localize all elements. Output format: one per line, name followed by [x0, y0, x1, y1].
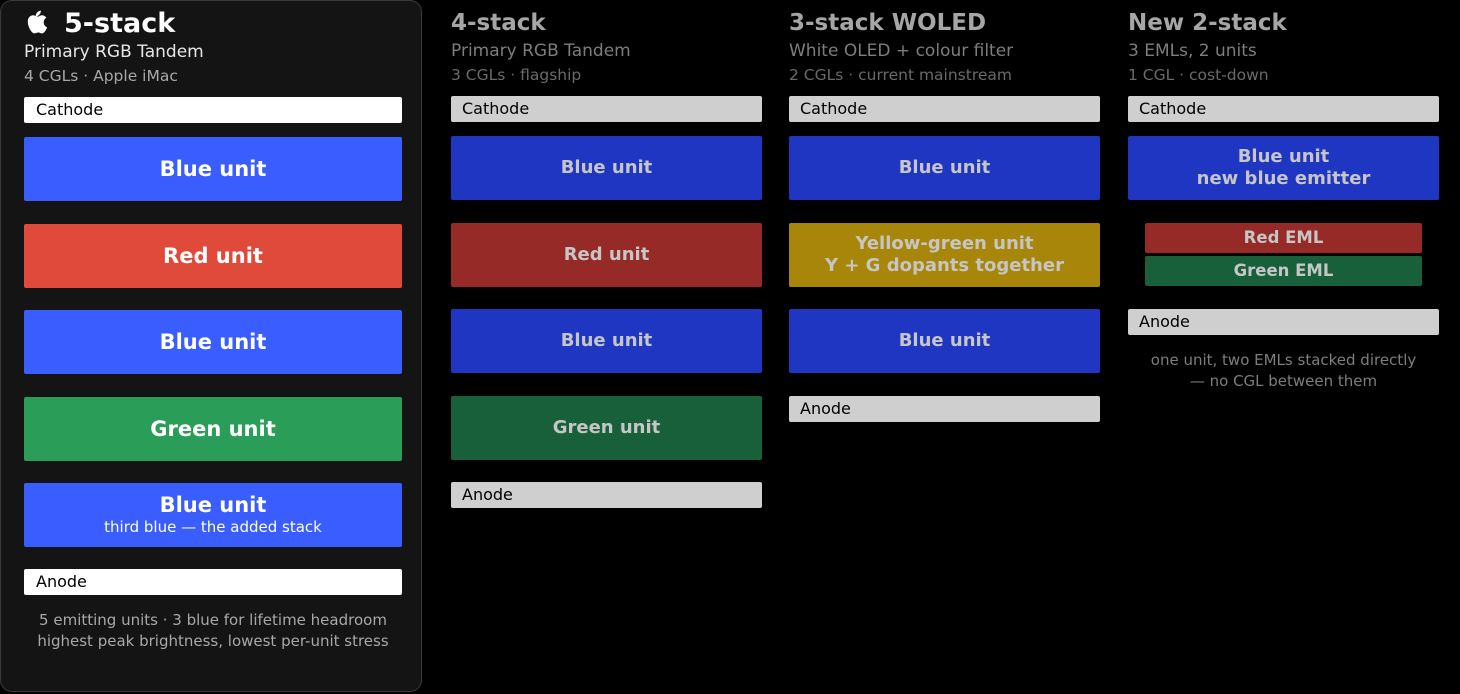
cathode-layer: Cathode — [24, 97, 402, 123]
stack-subtitle: White OLED + colour filter — [789, 41, 1014, 61]
blue-unit: Blue unit — [24, 310, 402, 374]
unit-label: Blue unit — [1237, 146, 1330, 167]
unit-label-line2: new blue emitter — [1196, 168, 1371, 189]
blue-unit: Blue unit — [451, 136, 762, 200]
red-unit: Red unit — [451, 223, 762, 287]
stack-caption: one unit, two EMLs stacked directly — no… — [1128, 350, 1439, 392]
unit-label: Red unit — [163, 244, 263, 268]
yellow-green-unit: Yellow-green unit Y + G dopants together — [789, 223, 1100, 287]
stack-detail: 3 CGLs · flagship — [451, 66, 582, 84]
stack-title: 4-stack — [451, 10, 546, 36]
blue-unit: Blue unit — [24, 137, 402, 201]
stack-subtitle: Primary RGB Tandem — [451, 41, 631, 61]
unit-label: Blue unit — [560, 157, 653, 178]
green-unit: Green unit — [24, 397, 402, 461]
stack-title: New 2-stack — [1128, 10, 1287, 36]
blue-unit: Blue unit — [789, 136, 1100, 200]
green-unit: Green unit — [451, 396, 762, 460]
stack-detail: 2 CGLs · current mainstream — [789, 66, 1013, 84]
apple-logo-icon — [24, 9, 52, 39]
unit-note: third blue — the added stack — [104, 518, 322, 536]
cathode-layer: Cathode — [451, 96, 762, 122]
stack-subtitle: 3 EMLs, 2 units — [1128, 41, 1257, 61]
anode-layer: Anode — [1128, 309, 1439, 335]
stack-card-5-stack: 5-stack Primary RGB Tandem 4 CGLs · Appl… — [0, 0, 422, 692]
stack-detail: 4 CGLs · Apple iMac — [24, 67, 178, 85]
unit-label: Red unit — [563, 244, 650, 265]
unit-label: Blue unit — [560, 330, 653, 351]
green-eml-layer: Green EML — [1145, 256, 1422, 286]
caption-line: 5 emitting units · 3 blue for lifetime h… — [39, 611, 387, 629]
stack-caption: 5 emitting units · 3 blue for lifetime h… — [24, 610, 402, 652]
unit-label: Blue unit — [159, 330, 267, 354]
stack-subtitle: Primary RGB Tandem — [24, 42, 204, 62]
unit-label-line2: Y + G dopants together — [825, 255, 1064, 276]
blue-unit: Blue unit new blue emitter — [1128, 136, 1439, 200]
anode-layer: Anode — [24, 569, 402, 595]
stack-title: 5-stack — [24, 9, 175, 39]
anode-layer: Anode — [451, 482, 762, 508]
unit-label: Blue unit — [898, 157, 991, 178]
unit-label: Blue unit — [159, 157, 267, 181]
unit-label: Blue unit — [159, 493, 267, 517]
blue-unit: Blue unit — [451, 309, 762, 373]
caption-line: — no CGL between them — [1189, 372, 1378, 390]
cathode-layer: Cathode — [789, 96, 1100, 122]
red-eml-layer: Red EML — [1145, 223, 1422, 253]
unit-label: Blue unit — [898, 330, 991, 351]
caption-line: one unit, two EMLs stacked directly — [1150, 351, 1417, 369]
stack-title-text: 5-stack — [64, 8, 176, 39]
red-unit: Red unit — [24, 224, 402, 288]
unit-label: Green unit — [552, 417, 661, 438]
anode-layer: Anode — [789, 396, 1100, 422]
blue-unit-added: Blue unit third blue — the added stack — [24, 483, 402, 547]
caption-line: highest peak brightness, lowest per-unit… — [37, 632, 389, 650]
blue-unit: Blue unit — [789, 309, 1100, 373]
stack-title: 3-stack WOLED — [789, 10, 987, 36]
cathode-layer: Cathode — [1128, 96, 1439, 122]
stack-detail: 1 CGL · cost-down — [1128, 66, 1269, 84]
unit-label: Yellow-green unit — [855, 233, 1034, 254]
unit-label: Green unit — [150, 417, 276, 441]
